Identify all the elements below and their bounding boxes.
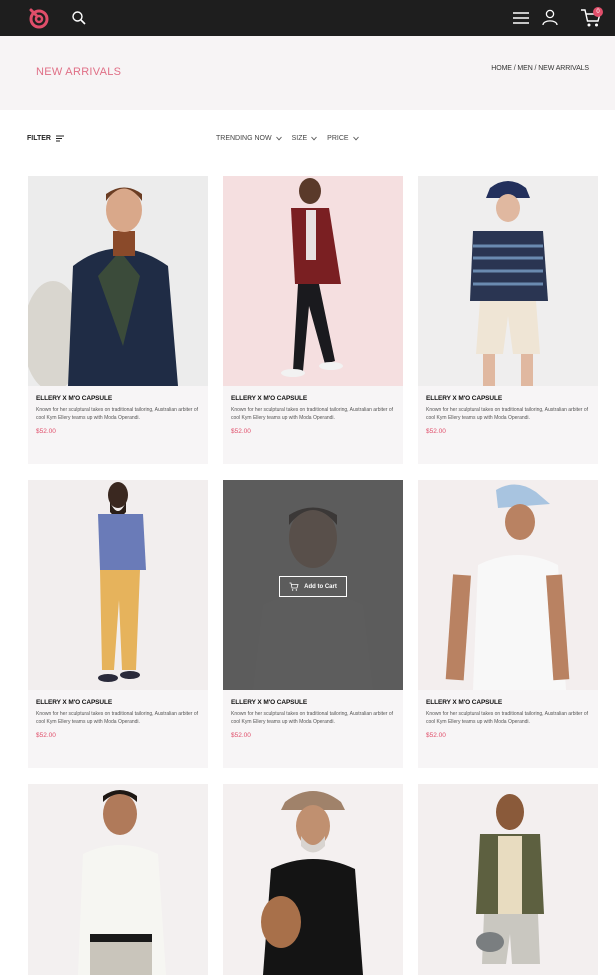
product-description: Known for her sculptural takes on tradit… <box>36 407 199 421</box>
model-figure <box>470 181 548 386</box>
sort-bar: TRENDING NOW SIZE PRICE <box>216 135 359 142</box>
product-title[interactable]: ELLERY X M'O CAPSULE <box>231 699 395 706</box>
model-figure <box>281 178 343 377</box>
product-image[interactable] <box>28 480 208 690</box>
model-figure <box>28 187 178 386</box>
product-info: ELLERY X M'O CAPSULE Known for her sculp… <box>223 386 403 464</box>
product-image[interactable] <box>28 176 208 386</box>
model-figure <box>98 482 146 682</box>
page-title: NEW ARRIVALS <box>36 66 122 78</box>
product-card[interactable]: Add to Cart ELLERY X M'O CAPSULE Known f… <box>223 480 403 768</box>
menu-icon[interactable] <box>512 10 530 26</box>
cart-icon <box>289 582 299 591</box>
product-description: Known for her sculptural takes on tradit… <box>36 711 199 725</box>
filter-label: FILTER <box>27 135 51 142</box>
product-title[interactable]: ELLERY X M'O CAPSULE <box>426 699 590 706</box>
product-price: $52.00 <box>36 732 56 739</box>
product-price: $52.00 <box>426 428 446 435</box>
add-to-cart-label: Add to Cart <box>304 583 337 590</box>
product-image[interactable] <box>418 176 598 386</box>
page-header: NEW ARRIVALS HOME / MEN / NEW ARRIVALS <box>0 36 615 110</box>
product-price: $52.00 <box>231 732 251 739</box>
model-figure <box>476 794 544 964</box>
product-image[interactable] <box>418 784 598 975</box>
product-title[interactable]: ELLERY X M'O CAPSULE <box>231 395 395 402</box>
logo-icon[interactable] <box>27 6 51 30</box>
product-card[interactable]: ELLERY X M'O CAPSULE Known for her sculp… <box>418 480 598 768</box>
product-info: ELLERY X M'O CAPSULE Known for her sculp… <box>418 690 598 768</box>
product-image[interactable] <box>223 784 403 975</box>
breadcrumb[interactable]: HOME / MEN / NEW ARRIVALS <box>491 65 589 72</box>
product-price: $52.00 <box>36 428 56 435</box>
product-info: ELLERY X M'O CAPSULE Known for her sculp… <box>418 386 598 464</box>
sort-size-dropdown[interactable]: SIZE <box>292 135 318 142</box>
product-card[interactable] <box>28 784 208 975</box>
add-to-cart-button[interactable]: Add to Cart <box>279 576 347 597</box>
product-image[interactable]: Add to Cart <box>223 480 403 690</box>
filter-lines-icon <box>55 135 64 142</box>
sort-trending-dropdown[interactable]: TRENDING NOW <box>216 135 282 142</box>
product-description: Known for her sculptural takes on tradit… <box>231 407 394 421</box>
product-card[interactable] <box>223 784 403 975</box>
product-card[interactable] <box>418 784 598 975</box>
product-info: ELLERY X M'O CAPSULE Known for her sculp… <box>223 690 403 768</box>
product-description: Known for her sculptural takes on tradit… <box>231 711 394 725</box>
filter-button[interactable]: FILTER <box>27 135 64 142</box>
sort-trending-label: TRENDING NOW <box>216 135 272 142</box>
user-icon[interactable] <box>541 8 559 26</box>
top-navbar: 0 <box>0 0 615 36</box>
cart-count-badge: 0 <box>593 7 603 17</box>
product-price: $52.00 <box>426 732 446 739</box>
chevron-down-icon <box>275 136 282 141</box>
product-title[interactable]: ELLERY X M'O CAPSULE <box>426 395 590 402</box>
product-card[interactable]: ELLERY X M'O CAPSULE Known for her sculp… <box>223 176 403 464</box>
product-image[interactable] <box>28 784 208 975</box>
sort-size-label: SIZE <box>291 135 308 142</box>
model-figure <box>78 790 166 975</box>
product-card[interactable]: ELLERY X M'O CAPSULE Known for her sculp… <box>28 176 208 464</box>
sort-price-dropdown[interactable]: PRICE <box>327 135 359 142</box>
chevron-down-icon <box>311 136 318 141</box>
model-figure <box>261 791 363 975</box>
product-card[interactable]: ELLERY X M'O CAPSULE Known for her sculp… <box>418 176 598 464</box>
product-card[interactable]: ELLERY X M'O CAPSULE Known for her sculp… <box>28 480 208 768</box>
search-icon[interactable] <box>71 10 87 26</box>
product-title[interactable]: ELLERY X M'O CAPSULE <box>36 395 200 402</box>
product-price: $52.00 <box>231 428 251 435</box>
product-description: Known for her sculptural takes on tradit… <box>426 407 589 421</box>
chevron-down-icon <box>352 136 359 141</box>
product-image[interactable] <box>223 176 403 386</box>
product-description: Known for her sculptural takes on tradit… <box>426 711 589 725</box>
product-info: ELLERY X M'O CAPSULE Known for her sculp… <box>28 690 208 768</box>
sort-price-label: PRICE <box>327 135 349 142</box>
product-title[interactable]: ELLERY X M'O CAPSULE <box>36 699 200 706</box>
product-info: ELLERY X M'O CAPSULE Known for her sculp… <box>28 386 208 464</box>
product-image[interactable] <box>418 480 598 690</box>
model-figure <box>445 484 570 690</box>
